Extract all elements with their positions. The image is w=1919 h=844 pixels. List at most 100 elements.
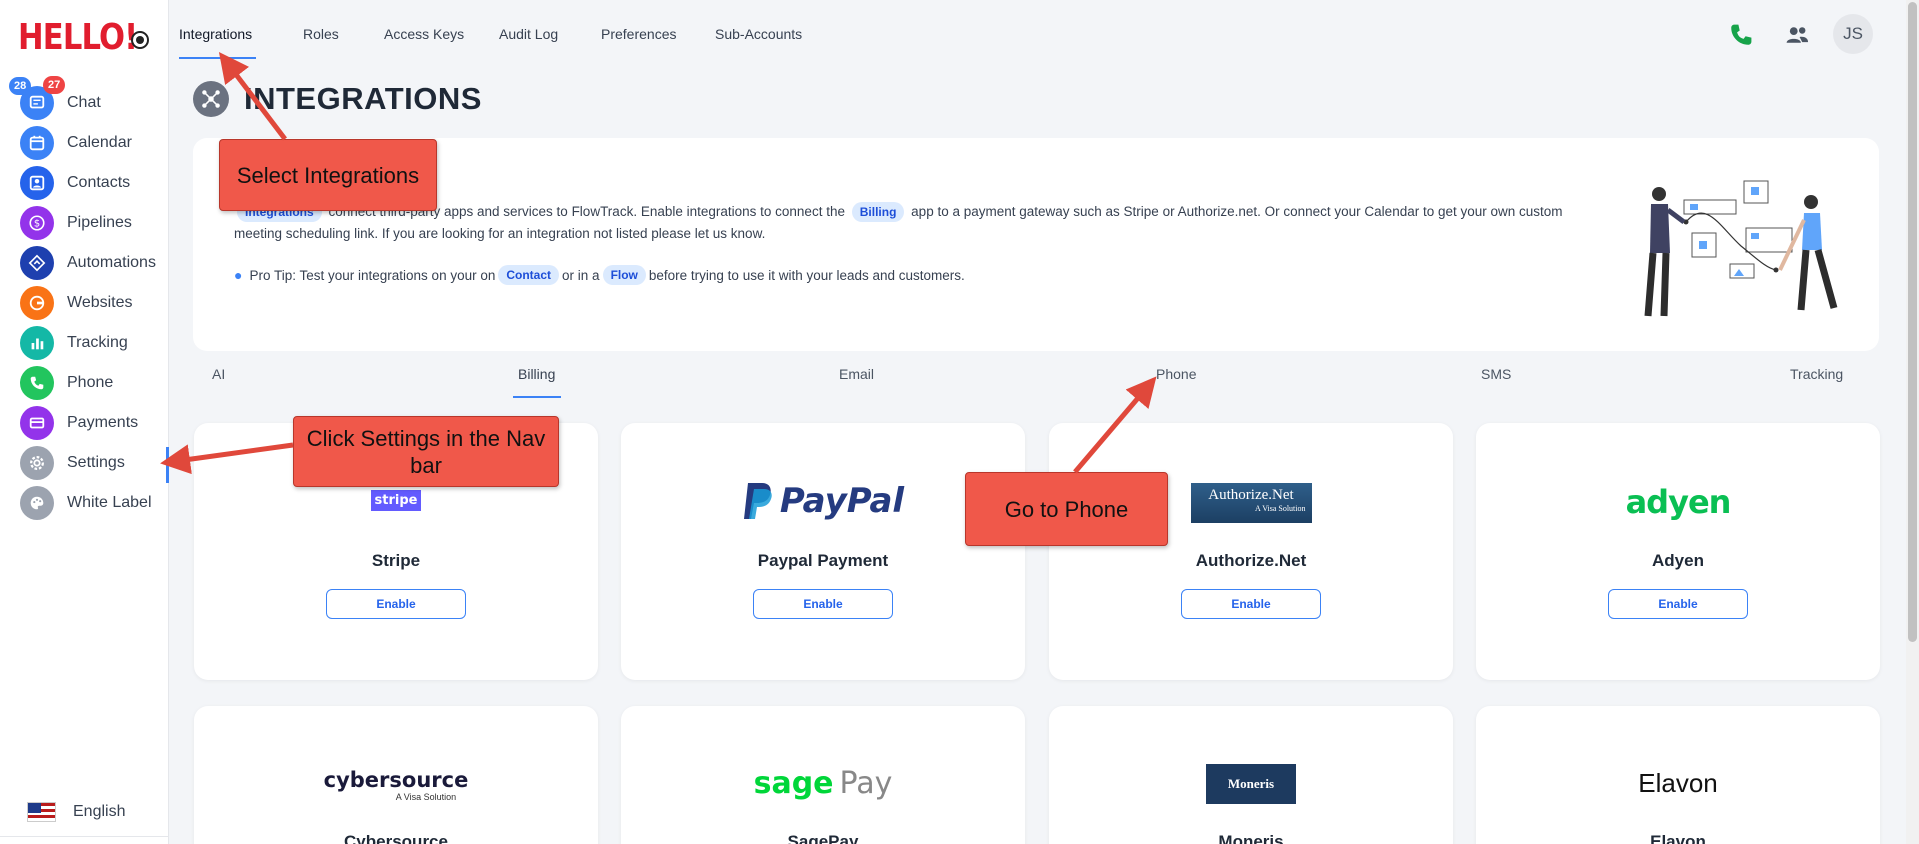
integration-name: Paypal Payment [757, 551, 889, 570]
integration-card-adyen: adyen Adyen Enable [1476, 423, 1880, 680]
sidebar-item-label: White Label [67, 494, 152, 511]
integration-card-moneris: Moneris Moneris [1049, 706, 1453, 844]
tab-roles[interactable]: Roles [303, 26, 339, 42]
sidebar-item-tracking[interactable]: Tracking [20, 326, 168, 360]
sidebar-item-phone[interactable]: Phone [20, 366, 168, 400]
callout-go-to-phone: Go to Phone [965, 472, 1168, 546]
integration-name: Moneris [1218, 832, 1284, 844]
integration-name: Authorize.Net [1195, 551, 1307, 570]
chart-icon [20, 326, 54, 360]
tab-access-keys[interactable]: Access Keys [384, 26, 464, 42]
gear-icon [20, 446, 54, 480]
tab-integrations[interactable]: Integrations [179, 26, 252, 42]
integration-name: SagePay [787, 832, 859, 844]
adyen-logo: adyen [1625, 483, 1732, 521]
phone-icon[interactable] [1726, 20, 1756, 50]
paypal-p-icon [743, 483, 772, 519]
lightbulb-icon: ● [234, 267, 243, 283]
tab-audit-log[interactable]: Audit Log [499, 26, 558, 42]
integration-card-authorize-net: Authorize.Net A Visa Solution Authorize.… [1049, 423, 1453, 680]
enable-button[interactable]: Enable [753, 589, 893, 619]
tab-email[interactable]: Email [839, 366, 874, 382]
phone-icon [20, 366, 54, 400]
contact-chip: Contact [498, 265, 560, 285]
sidebar: HELLO! 28 27 Chat Calendar Contacts $ Pi… [0, 0, 169, 844]
sidebar-item-label: Contacts [67, 174, 131, 191]
sidebar-item-label: Automations [67, 254, 156, 271]
users-icon[interactable] [1782, 20, 1812, 50]
sidebar-item-label: Payments [67, 414, 139, 431]
stripe-logo: stripe [194, 490, 598, 511]
app-logo[interactable]: HELLO! [18, 20, 138, 56]
us-flag-icon [27, 802, 56, 822]
integration-name: Cybersource [344, 832, 448, 844]
sidebar-item-label: Tracking [67, 334, 128, 351]
contacts-icon [20, 166, 54, 200]
tab-preferences[interactable]: Preferences [601, 26, 676, 42]
tip-text-3: before trying to use it with your leads … [648, 267, 965, 283]
billing-chip: Billing [851, 202, 905, 222]
integrations-icon [193, 81, 229, 117]
integration-name: Elavon [1650, 832, 1706, 844]
automation-icon [20, 246, 54, 280]
sidebar-item-settings[interactable]: Settings [20, 446, 168, 480]
active-tab-indicator [179, 57, 256, 59]
language-selector[interactable]: English [27, 802, 125, 822]
tab-phone[interactable]: Phone [1156, 366, 1196, 382]
sidebar-item-calendar[interactable]: Calendar [20, 126, 168, 160]
pro-tip: ● Pro Tip: Test your integrations on you… [234, 265, 965, 285]
calendar-icon [20, 126, 54, 160]
sidebar-item-white-label[interactable]: White Label [20, 486, 168, 520]
sidebar-item-pipelines[interactable]: $ Pipelines [20, 206, 168, 240]
sidebar-item-payments[interactable]: Payments [20, 406, 168, 440]
sidebar-item-label: Pipelines [67, 214, 132, 231]
palette-icon [20, 486, 54, 520]
language-label: English [73, 803, 126, 820]
active-category-indicator [513, 396, 561, 398]
active-nav-indicator [166, 447, 169, 483]
integration-card-sagepay: sage Pay SagePay [621, 706, 1025, 844]
tab-sms[interactable]: SMS [1481, 366, 1511, 382]
integration-card-paypal: PayPal Paypal Payment Enable [621, 423, 1025, 680]
account-toggle-icon[interactable] [131, 31, 149, 49]
sidebar-item-label: Calendar [67, 134, 132, 151]
sidebar-item-label: Settings [67, 454, 125, 471]
avatar[interactable]: JS [1833, 14, 1873, 54]
divider [0, 836, 169, 837]
tab-ai[interactable]: AI [212, 366, 225, 382]
svg-text:$: $ [34, 219, 40, 230]
flow-chip: Flow [602, 265, 646, 285]
sidebar-item-chat[interactable]: Chat [20, 86, 168, 120]
cybersource-logo: cybersource A Visa Solution [323, 768, 469, 802]
websites-icon [20, 286, 54, 320]
tab-tracking[interactable]: Tracking [1790, 366, 1843, 382]
integration-card-elavon: Elavon Elavon [1476, 706, 1880, 844]
callout-select-integrations: Select Integrations [219, 139, 437, 211]
integration-name: Adyen [1652, 551, 1704, 570]
callout-click-settings: Click Settings in the Nav bar [293, 416, 559, 487]
sidebar-item-label: Chat [67, 94, 101, 111]
info-description: Integrations connect third-party apps an… [234, 201, 1594, 245]
scrollbar-thumb[interactable] [1908, 2, 1917, 642]
integrations-illustration [1644, 180, 1838, 317]
card-icon [20, 406, 54, 440]
chat-unread-badge: 27 [43, 76, 66, 94]
moneris-logo: Moneris [1049, 764, 1453, 804]
sidebar-item-automations[interactable]: Automations [20, 246, 168, 280]
chat-count-badge: 28 [9, 77, 32, 95]
tab-sub-accounts[interactable]: Sub-Accounts [715, 26, 802, 42]
sidebar-item-label: Phone [67, 374, 114, 391]
elavon-logo: Elavon [1638, 768, 1718, 798]
sidebar-item-contacts[interactable]: Contacts [20, 166, 168, 200]
enable-button[interactable]: Enable [1181, 589, 1321, 619]
enable-button[interactable]: Enable [326, 589, 466, 619]
sidebar-item-label: Websites [67, 294, 133, 311]
sidebar-item-websites[interactable]: Websites [20, 286, 168, 320]
sagepay-logo: sage Pay [753, 766, 893, 801]
dollar-icon: $ [20, 206, 54, 240]
info-card: Integrations connect third-party apps an… [193, 138, 1879, 351]
tab-billing[interactable]: Billing [518, 366, 555, 382]
integration-name: Stripe [371, 551, 421, 570]
enable-button[interactable]: Enable [1608, 589, 1748, 619]
tip-text-2: or in a [562, 267, 600, 283]
